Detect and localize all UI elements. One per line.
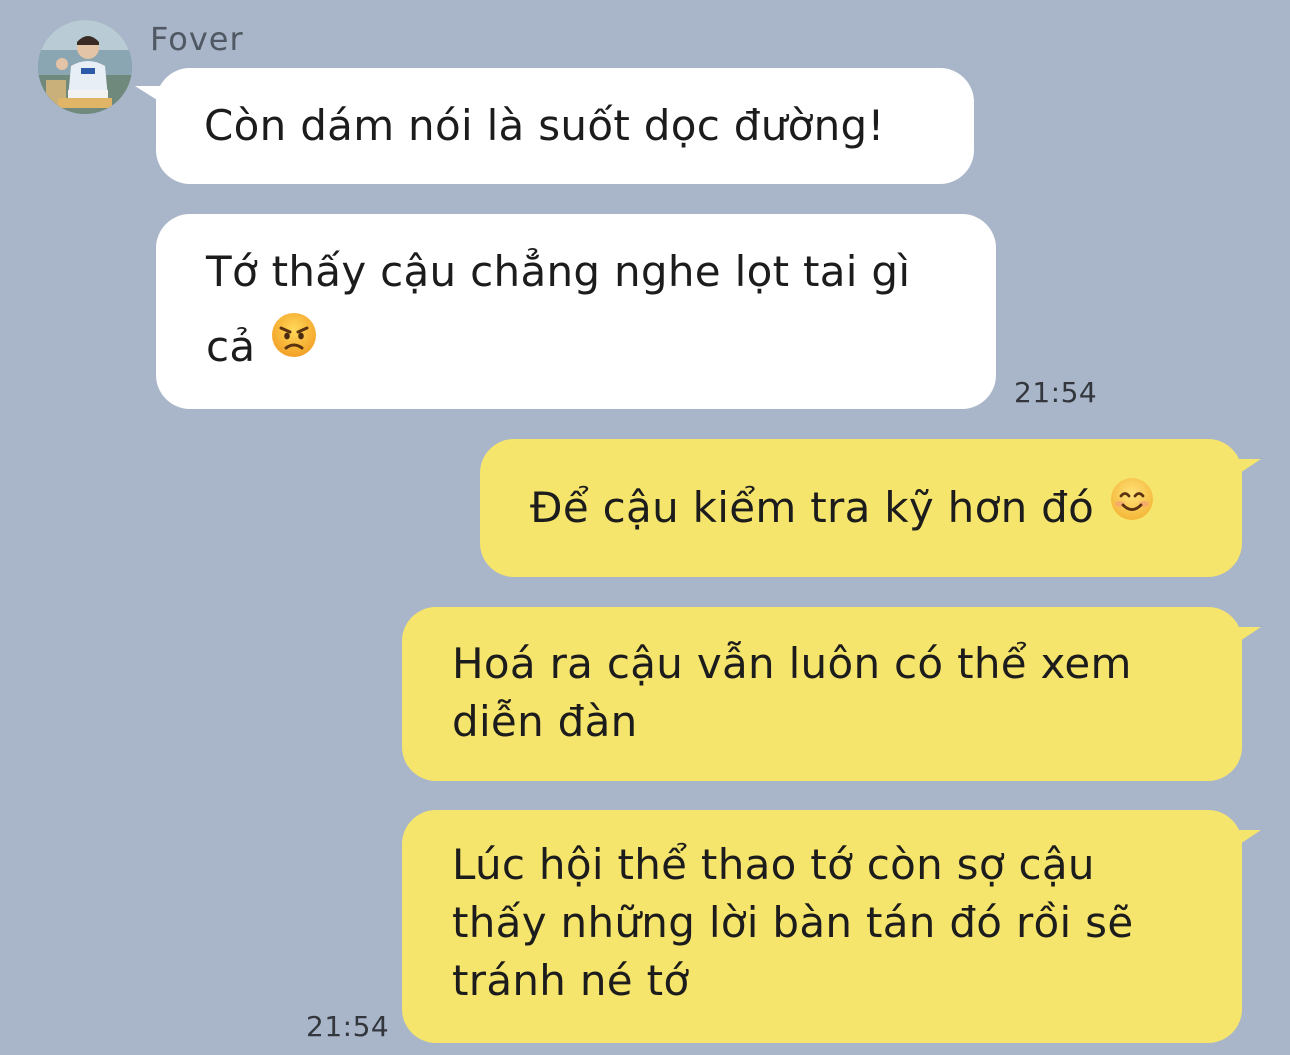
- profile-photo: [38, 20, 132, 114]
- message-bubble-incoming[interactable]: Còn dám nói là suốt dọc đường!: [156, 68, 974, 184]
- message-bubble-outgoing[interactable]: Để cậu kiểm tra kỹ hơn đó: [480, 439, 1242, 577]
- message-bubble-outgoing[interactable]: Lúc hội thể thao tớ còn sợ cậu thấy nhữn…: [402, 810, 1242, 1043]
- message-text: Hoá ra cậu vẫn luôn có thể xem diễn đàn: [452, 639, 1132, 746]
- message-timestamp: 21:54: [306, 1010, 390, 1043]
- message-text: Để cậu kiểm tra kỹ hơn đó: [530, 483, 1095, 532]
- sender-name: Fover: [150, 20, 244, 58]
- sender-avatar[interactable]: [38, 20, 132, 114]
- message-text: Lúc hội thể thao tớ còn sợ cậu thấy nhữn…: [452, 840, 1134, 1005]
- smiling-face-icon: [1108, 475, 1156, 539]
- message-bubble-outgoing[interactable]: Hoá ra cậu vẫn luôn có thể xem diễn đàn: [402, 607, 1242, 781]
- message-bubble-incoming[interactable]: Tớ thấy cậu chẳng nghe lọt tai gì cả: [156, 214, 996, 409]
- message-text: Còn dám nói là suốt dọc đường!: [204, 101, 885, 150]
- angry-face-icon: [269, 308, 319, 383]
- message-timestamp: 21:54: [1014, 376, 1098, 409]
